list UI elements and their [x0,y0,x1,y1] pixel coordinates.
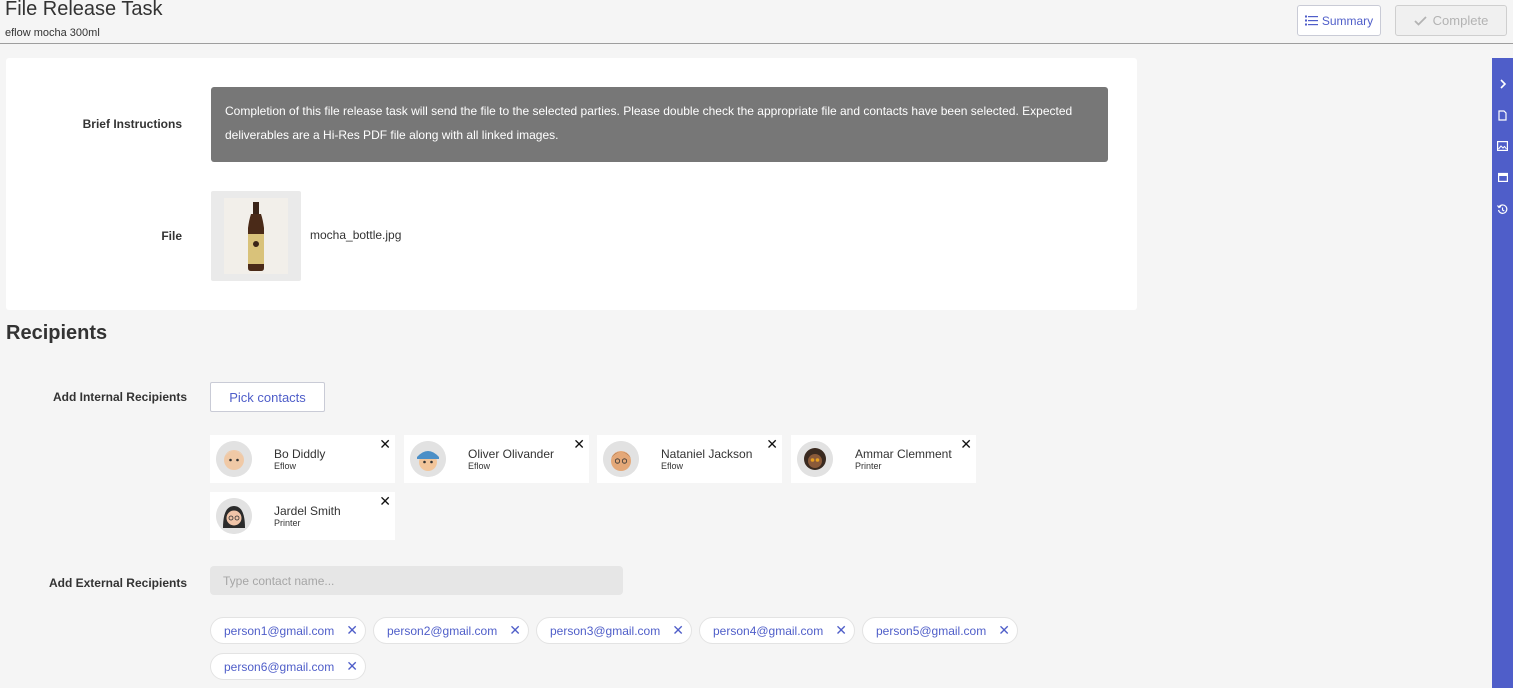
email-chip-label: person3@gmail.com [550,623,661,638]
list-icon [1304,15,1318,26]
contact-name: Ammar Clemment [855,447,952,461]
avatar [216,498,252,534]
contact-org: Eflow [468,461,491,471]
contact-card: Oliver Olivander Eflow ✕ [404,435,589,483]
email-chip-label: person5@gmail.com [876,623,987,638]
calendar-icon[interactable] [1492,168,1513,186]
remove-email-icon[interactable]: ✕ [672,622,684,639]
remove-contact-icon[interactable]: ✕ [766,437,778,451]
remove-email-icon[interactable]: ✕ [509,622,521,639]
contact-name: Oliver Olivander [468,447,555,461]
image-icon[interactable] [1492,137,1513,155]
email-chip: person5@gmail.com ✕ [862,617,1018,644]
remove-email-icon[interactable]: ✕ [346,658,358,675]
email-chip-label: person1@gmail.com [224,623,335,638]
email-chip: person1@gmail.com ✕ [210,617,366,644]
avatar [603,441,639,477]
file-thumbnail[interactable] [211,191,301,281]
contact-card: Jardel Smith Printer ✕ [210,492,395,540]
avatar [216,441,252,477]
contact-org: Eflow [274,461,297,471]
email-chip: person2@gmail.com ✕ [373,617,529,644]
contact-name: Nataniel Jackson [661,447,753,461]
contact-card: Nataniel Jackson Eflow ✕ [597,435,782,483]
contact-org: Eflow [661,461,684,471]
avatar [797,441,833,477]
history-icon[interactable] [1492,200,1513,218]
complete-button[interactable]: Complete [1395,5,1507,36]
remove-email-icon[interactable]: ✕ [835,622,847,639]
page-header: File Release Task eflow mocha 300ml Summ… [0,0,1513,44]
bottle-image [224,198,288,274]
file-name[interactable]: mocha_bottle.jpg [310,228,401,242]
contact-name: Bo Diddly [274,447,326,461]
email-chip: person3@gmail.com ✕ [536,617,692,644]
chevron-right-icon[interactable] [1492,75,1513,93]
remove-contact-icon[interactable]: ✕ [379,437,391,451]
file-icon[interactable] [1492,106,1513,124]
external-contact-input[interactable] [210,566,623,595]
file-label: File [161,229,182,243]
recipients-heading: Recipients [6,322,108,344]
right-sidebar-rail [1492,58,1513,688]
check-icon [1414,15,1427,26]
email-chip: person6@gmail.com ✕ [210,653,366,680]
avatar [410,441,446,477]
contact-card: Bo Diddly Eflow ✕ [210,435,395,483]
remove-email-icon[interactable]: ✕ [346,622,358,639]
internal-recipients-label: Add Internal Recipients [52,390,187,404]
page-title: File Release Task [5,0,163,20]
email-chip: person4@gmail.com ✕ [699,617,855,644]
brief-instructions-label: Brief Instructions [82,117,182,131]
remove-email-icon[interactable]: ✕ [998,622,1010,639]
brief-instructions-text: Completion of this file release task wil… [211,87,1108,162]
complete-label: Complete [1432,13,1489,28]
contact-org: Printer [274,518,301,528]
summary-button[interactable]: Summary [1297,5,1381,36]
task-details-card: Brief Instructions Completion of this fi… [6,58,1137,310]
external-recipients-label: Add External Recipients [48,576,187,590]
remove-contact-icon[interactable]: ✕ [960,437,972,451]
remove-contact-icon[interactable]: ✕ [379,494,391,508]
summary-label: Summary [1321,13,1374,28]
pick-contacts-button[interactable]: Pick contacts [210,382,325,412]
email-chip-label: person6@gmail.com [224,659,335,674]
contact-name: Jardel Smith [274,504,341,518]
remove-contact-icon[interactable]: ✕ [573,437,585,451]
page-subtitle: eflow mocha 300ml [5,27,100,39]
email-chip-label: person2@gmail.com [387,623,498,638]
email-chip-label: person4@gmail.com [713,623,824,638]
contact-card: Ammar Clemment Printer ✕ [791,435,976,483]
contact-org: Printer [855,461,882,471]
